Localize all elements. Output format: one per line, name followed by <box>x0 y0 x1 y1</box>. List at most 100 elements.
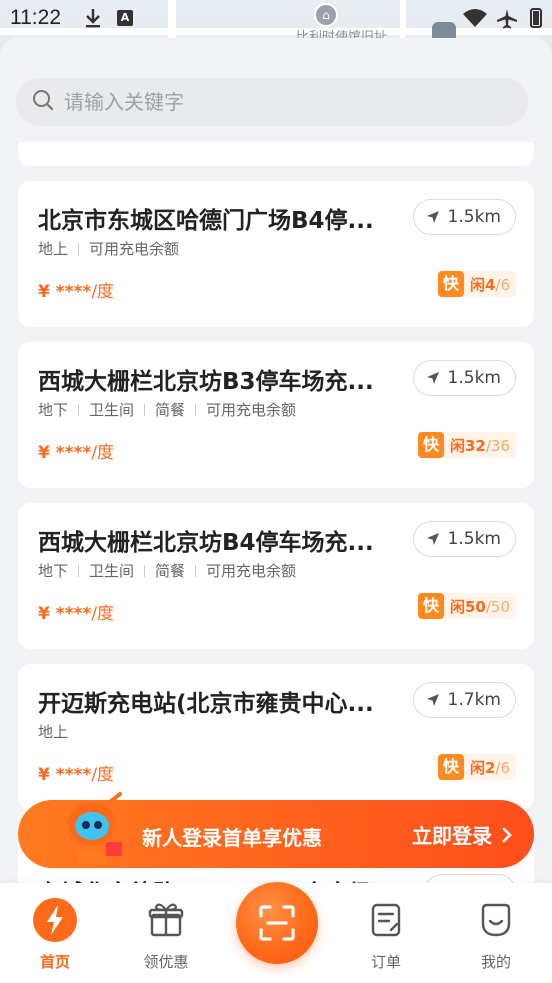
smile-icon <box>481 903 511 937</box>
distance-label: 1.5km <box>447 368 501 388</box>
idle-label: 闲 <box>449 436 465 455</box>
tab-orders[interactable]: 订单 <box>336 883 436 983</box>
tag: 可用充电余额 <box>206 562 297 580</box>
tag: 卫生间 <box>89 401 135 419</box>
availability-badge: 快 闲4/6 <box>437 271 516 297</box>
station-card[interactable]: 西城大栅栏北京坊B3停车场充... 1.5km 地下 卫生间 简餐 可用充电余额… <box>18 342 534 488</box>
status-time: 11:22 <box>10 6 61 29</box>
navigate-button[interactable]: 1.7km <box>412 682 516 718</box>
station-name: 西城大栅栏北京坊B3停车场充... <box>38 369 374 395</box>
navigation-arrow-icon <box>426 694 439 706</box>
login-button-label: 立即登录 <box>412 824 492 848</box>
station-card[interactable]: 北京市东城区哈德门广场B4停... 1.5km 地上 可用充电余额 ¥ ****… <box>18 181 534 327</box>
currency-symbol: ¥ <box>38 282 50 302</box>
idle-count: 2 <box>484 758 496 777</box>
tag: 地上 <box>38 240 69 258</box>
scan-button[interactable] <box>236 882 318 964</box>
fast-charge-badge: 快 <box>437 754 464 780</box>
availability-badge: 快 闲2/6 <box>437 754 516 780</box>
search-bar[interactable] <box>16 78 528 126</box>
tag-divider <box>144 564 146 577</box>
station-card-partial[interactable] <box>18 142 534 166</box>
tag: 地下 <box>38 401 69 419</box>
tab-profile[interactable]: 我的 <box>446 883 546 983</box>
battery-icon <box>530 8 542 28</box>
availability-badge: 快 闲32/36 <box>417 432 516 458</box>
lightning-icon <box>33 898 77 942</box>
search-input[interactable] <box>64 90 504 114</box>
station-name: 北京市东城区哈德门广场B4停... <box>38 208 374 234</box>
price-unit: /度 <box>91 604 115 624</box>
tab-label: 领优惠 <box>143 953 189 971</box>
mascot-robot-icon <box>68 792 122 864</box>
total-count: /6 <box>495 275 510 294</box>
tag-divider <box>144 403 146 416</box>
login-button[interactable]: 立即登录 <box>412 820 512 849</box>
fast-charge-badge: 快 <box>417 432 444 458</box>
tab-label: 首页 <box>39 953 70 971</box>
currency-symbol: ¥ <box>38 443 50 463</box>
currency-symbol: ¥ <box>38 604 50 624</box>
download-icon <box>84 8 102 32</box>
tab-label: 订单 <box>370 953 401 971</box>
total-count: /6 <box>495 758 510 777</box>
tag: 简餐 <box>155 562 186 580</box>
promo-text: 新人登录首单享优惠 <box>142 826 322 850</box>
tab-label: 我的 <box>480 953 511 971</box>
total-count: /36 <box>485 436 510 455</box>
availability-badge: 快 闲50/50 <box>417 593 516 619</box>
price-masked: **** <box>55 604 92 624</box>
tag-divider <box>78 242 80 255</box>
price-masked: **** <box>55 765 92 785</box>
distance-label: 1.7km <box>447 690 501 710</box>
tag-divider <box>195 403 197 416</box>
tag-divider <box>78 403 80 416</box>
navigate-button[interactable]: 1.5km <box>412 521 516 557</box>
navigation-arrow-icon <box>426 533 439 545</box>
station-card[interactable]: 西城大栅栏北京坊B4停车场充... 1.5km 地下 卫生间 简餐 可用充电余额… <box>18 503 534 649</box>
distance-label: 1.5km <box>447 529 501 549</box>
price: ¥ ****/度 <box>38 277 114 302</box>
tag-divider <box>195 564 197 577</box>
idle-label: 闲 <box>449 597 465 616</box>
tag: 地下 <box>38 562 69 580</box>
station-name: 开迈斯充电站(北京市雍贵中心... <box>38 691 374 717</box>
navigate-button[interactable]: 1.5km <box>412 360 516 396</box>
accessibility-a-icon: A <box>117 10 133 26</box>
distance-label: 1.5km <box>447 207 501 227</box>
airplane-icon <box>496 8 518 34</box>
station-tags: 地下 卫生间 简餐 可用充电余额 <box>38 560 296 581</box>
price-unit: /度 <box>91 443 115 463</box>
tag-divider <box>78 564 80 577</box>
order-icon <box>371 903 401 937</box>
tag: 简餐 <box>155 401 186 419</box>
price: ¥ ****/度 <box>38 438 114 463</box>
chevron-right-icon <box>502 827 512 842</box>
idle-count: 50 <box>464 597 486 616</box>
wifi-icon <box>462 8 488 32</box>
station-tags: 地下 卫生间 简餐 可用充电余额 <box>38 399 296 420</box>
tag: 可用充电余额 <box>89 240 180 258</box>
price: ¥ ****/度 <box>38 760 114 785</box>
status-bar: 11:22 A <box>0 0 552 36</box>
station-card[interactable]: 开迈斯充电站(北京市雍贵中心... 1.7km 地上 ¥ ****/度 快 闲2… <box>18 664 534 810</box>
scan-icon <box>259 905 295 941</box>
tag: 地上 <box>38 723 69 741</box>
idle-count: 32 <box>464 436 486 455</box>
station-tags: 地上 可用充电余额 <box>38 238 179 259</box>
price: ¥ ****/度 <box>38 599 114 624</box>
station-tags: 地上 <box>38 721 68 742</box>
price-masked: **** <box>55 443 92 463</box>
navigation-arrow-icon <box>426 211 439 223</box>
total-count: /50 <box>485 597 510 616</box>
idle-label: 闲 <box>469 758 485 777</box>
idle-count: 4 <box>484 275 496 294</box>
tab-home[interactable]: 首页 <box>5 883 105 983</box>
navigate-button[interactable]: 1.5km <box>412 199 516 235</box>
login-promo-banner[interactable]: 新人登录首单享优惠 立即登录 <box>18 792 534 868</box>
fast-charge-badge: 快 <box>437 271 464 297</box>
tab-coupons[interactable]: 领优惠 <box>116 883 216 983</box>
currency-symbol: ¥ <box>38 765 50 785</box>
tag: 可用充电余额 <box>206 401 297 419</box>
fast-charge-badge: 快 <box>417 593 444 619</box>
